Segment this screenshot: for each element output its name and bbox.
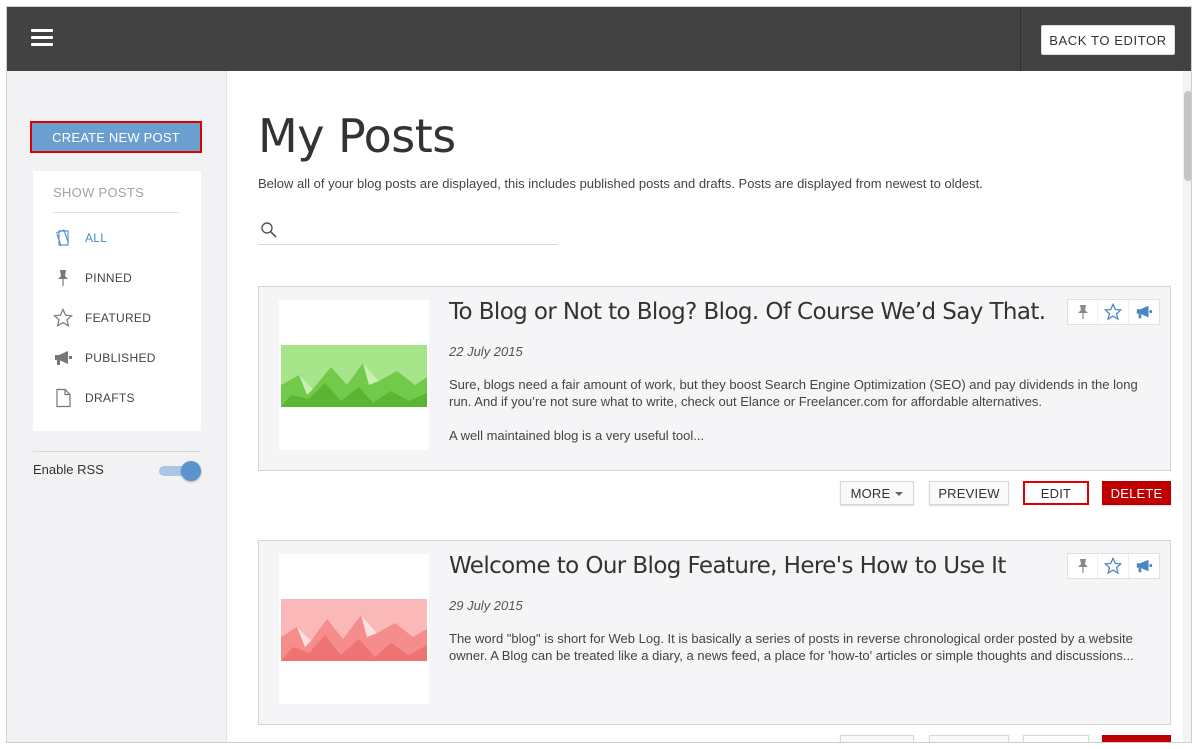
post-card: Welcome to Our Blog Feature, Here's How … [258, 540, 1171, 725]
megaphone-icon [53, 348, 73, 368]
more-button[interactable]: MORE [840, 735, 914, 743]
page-description: Below all of your blog posts are display… [258, 176, 983, 191]
preview-button[interactable]: PREVIEW [929, 481, 1009, 505]
main-content: My Posts Below all of your blog posts ar… [228, 71, 1183, 743]
filter-item-drafts[interactable]: DRAFTS [53, 386, 193, 410]
filter-item-all[interactable]: ALL [53, 226, 193, 250]
filter-label: DRAFTS [85, 391, 135, 405]
more-label: MORE [851, 740, 891, 743]
edit-button[interactable]: EDIT [1023, 735, 1089, 742]
edit-button[interactable]: EDIT [1023, 481, 1089, 505]
page-title: My Posts [258, 109, 456, 163]
show-posts-panel: SHOW POSTS ALL PINNED FEATURED PUBLISHED… [33, 171, 201, 431]
all-posts-icon [53, 228, 73, 248]
top-bar: BACK TO EDITOR [7, 7, 1191, 71]
post-thumbnail[interactable] [279, 554, 429, 704]
excerpt-paragraph: A well maintained blog is a very useful … [449, 428, 705, 443]
filter-label: FEATURED [85, 311, 152, 325]
more-label: MORE [850, 485, 891, 501]
megaphone-icon[interactable] [1129, 300, 1159, 324]
more-button[interactable]: MORE [840, 481, 914, 505]
search-input[interactable] [282, 219, 552, 241]
star-icon[interactable] [1098, 554, 1129, 578]
pin-icon [53, 268, 73, 288]
post-status-icons [1067, 553, 1160, 579]
star-icon[interactable] [1098, 300, 1129, 324]
search-icon[interactable] [260, 221, 278, 239]
post-date: 29 July 2015 [449, 598, 523, 613]
post-actions: MORE PREVIEW EDIT DELETE [258, 481, 1171, 507]
post-title[interactable]: Welcome to Our Blog Feature, Here's How … [449, 553, 1006, 579]
filter-label: PUBLISHED [85, 351, 156, 365]
filter-item-featured[interactable]: FEATURED [53, 306, 193, 330]
document-icon [53, 388, 73, 408]
search-bar [258, 217, 558, 245]
enable-rss-toggle[interactable] [159, 461, 201, 481]
filter-item-published[interactable]: PUBLISHED [53, 346, 193, 370]
excerpt-paragraph: Sure, blogs need a fair amount of work, … [449, 377, 1138, 409]
toggle-knob[interactable] [181, 461, 201, 481]
post-excerpt: The word "blog" is short for Web Log. It… [449, 630, 1149, 681]
sidebar: CREATE NEW POST SHOW POSTS ALL PINNED FE… [7, 71, 227, 742]
scrollbar[interactable] [1183, 71, 1191, 742]
divider [33, 451, 201, 452]
delete-button[interactable]: DELETE [1102, 735, 1171, 742]
divider [53, 212, 180, 213]
star-icon [53, 308, 73, 328]
post-thumbnail[interactable] [279, 300, 429, 450]
delete-button[interactable]: DELETE [1102, 481, 1171, 505]
post-card: To Blog or Not to Blog? Blog. Of Course … [258, 286, 1171, 471]
preview-button[interactable]: PREVIEW [929, 735, 1009, 742]
create-new-post-button[interactable]: CREATE NEW POST [30, 121, 202, 153]
topbar-divider [1020, 7, 1021, 71]
post-title[interactable]: To Blog or Not to Blog? Blog. Of Course … [449, 299, 1046, 325]
post-status-icons [1067, 299, 1160, 325]
enable-rss-label: Enable RSS [33, 462, 104, 477]
post-actions: MORE PREVIEW EDIT DELETE [258, 735, 1171, 743]
excerpt-paragraph: The word "blog" is short for Web Log. It… [449, 631, 1134, 663]
filter-label: ALL [85, 231, 108, 245]
post-excerpt: Sure, blogs need a fair amount of work, … [449, 376, 1149, 461]
caret-down-icon [895, 492, 904, 496]
filter-item-pinned[interactable]: PINNED [53, 266, 193, 290]
hamburger-menu-icon[interactable] [31, 29, 53, 47]
megaphone-icon[interactable] [1129, 554, 1159, 578]
show-posts-title: SHOW POSTS [53, 185, 145, 200]
scrollbar-thumb[interactable] [1184, 91, 1191, 181]
post-date: 22 July 2015 [449, 344, 523, 359]
filter-label: PINNED [85, 271, 133, 285]
app-window: BACK TO EDITOR CREATE NEW POST SHOW POST… [6, 6, 1192, 743]
pin-icon[interactable] [1068, 554, 1099, 578]
back-to-editor-button[interactable]: BACK TO EDITOR [1041, 25, 1175, 55]
pin-icon[interactable] [1068, 300, 1099, 324]
